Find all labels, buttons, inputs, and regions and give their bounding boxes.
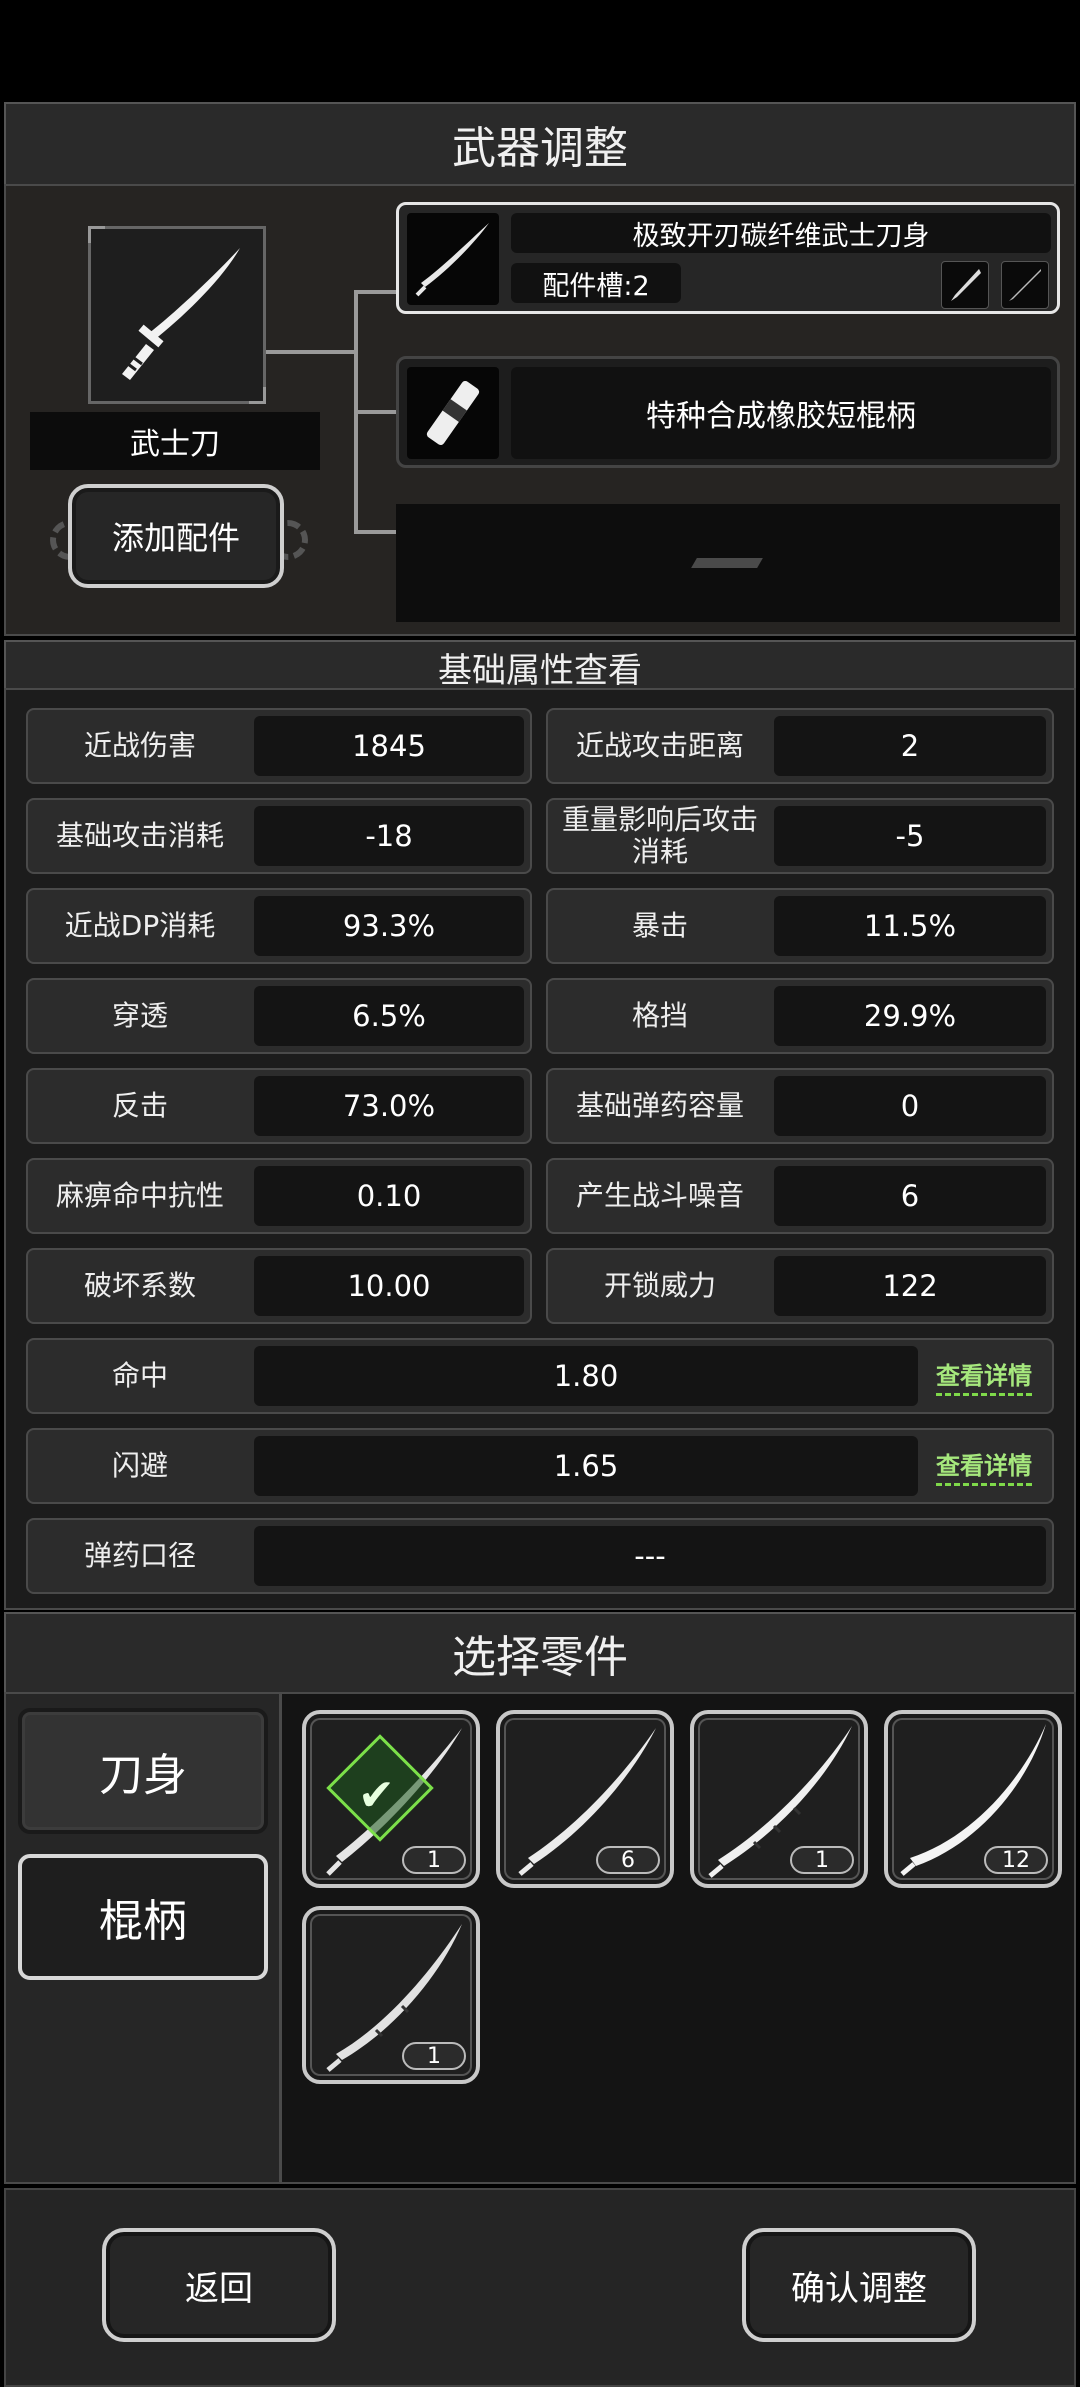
stat-cell: 麻痹命中抗性 0.10 — [26, 1158, 532, 1234]
part-item[interactable]: 12 — [884, 1710, 1062, 1888]
tab-blade[interactable]: 刀身 — [18, 1708, 268, 1834]
selection-title-bar: 选择零件 — [4, 1612, 1076, 1694]
empty-slot-dash — [691, 558, 763, 568]
part-slot-blade[interactable]: 极致开刃碳纤维武士刀身 配件槽:2 — [396, 202, 1060, 314]
stat-label: 格挡 — [631, 998, 688, 1032]
part-item[interactable]: ✔ 1 — [302, 1710, 480, 1888]
tree-connector — [354, 410, 398, 414]
attachment-slot-count: 配件槽:2 — [511, 263, 681, 303]
part-name: 极致开刃碳纤维武士刀身 — [511, 213, 1051, 253]
stat-cell: 暴击 11.5% — [546, 888, 1054, 964]
tree-connector — [266, 350, 356, 354]
stat-value: 6 — [774, 1166, 1046, 1226]
part-selection-panel: 刀身 棍柄 ✔ 1 6 1 12 1 — [4, 1692, 1076, 2184]
stat-value: -5 — [774, 806, 1046, 866]
page-title: 武器调整 — [452, 123, 628, 174]
stat-value: -18 — [254, 806, 524, 866]
item-quantity: 1 — [402, 1846, 466, 1874]
view-details-link[interactable]: 查看详情 — [936, 1446, 1032, 1486]
stat-cell-wide: 闪避 1.65 查看详情 — [26, 1428, 1054, 1504]
stat-label: 闪避 — [111, 1448, 168, 1482]
confirm-button[interactable]: 确认调整 — [742, 2228, 976, 2342]
part-slot-handle[interactable]: 特种合成橡胶短棍柄 — [396, 356, 1060, 468]
page-title-bar: 武器调整 — [4, 102, 1076, 186]
stat-value: 73.0% — [254, 1076, 524, 1136]
part-item[interactable]: 6 — [496, 1710, 674, 1888]
view-details-link[interactable]: 查看详情 — [936, 1356, 1032, 1396]
item-quantity: 1 — [402, 2042, 466, 2070]
stat-label: 产生战斗噪音 — [575, 1178, 744, 1212]
stat-cell: 开锁威力 122 — [546, 1248, 1054, 1324]
attachment-icon[interactable] — [1001, 261, 1049, 309]
stat-cell-wide: 命中 1.80 查看详情 — [26, 1338, 1054, 1414]
stat-cell: 反击 73.0% — [26, 1068, 532, 1144]
stat-value: 29.9% — [774, 986, 1046, 1046]
attachment-icon[interactable] — [941, 261, 989, 309]
stat-label: 命中 — [111, 1358, 168, 1392]
stat-label: 基础攻击消耗 — [55, 818, 224, 852]
stat-value: 122 — [774, 1256, 1046, 1316]
stat-cell: 穿透 6.5% — [26, 978, 532, 1054]
stat-cell: 重量影响后攻击消耗 -5 — [546, 798, 1054, 874]
empty-part-slot[interactable] — [396, 504, 1060, 622]
stat-label: 近战DP消耗 — [64, 908, 216, 942]
tree-connector — [354, 290, 398, 294]
item-quantity: 12 — [984, 1846, 1048, 1874]
stat-label: 穿透 — [111, 998, 168, 1032]
stat-label: 弹药口径 — [83, 1538, 196, 1572]
stat-value: 2 — [774, 716, 1046, 776]
stat-value: 0 — [774, 1076, 1046, 1136]
stat-cell: 基础攻击消耗 -18 — [26, 798, 532, 874]
weapon-icon-frame — [88, 226, 266, 404]
stat-label: 麻痹命中抗性 — [55, 1178, 224, 1212]
part-item[interactable]: 1 — [690, 1710, 868, 1888]
stat-label: 开锁威力 — [603, 1268, 716, 1302]
stat-value: 10.00 — [254, 1256, 524, 1316]
stat-cell-wide: 弹药口径 --- — [26, 1518, 1054, 1594]
tab-handle[interactable]: 棍柄 — [18, 1854, 268, 1980]
category-tabs: 刀身 棍柄 — [6, 1694, 282, 2182]
stat-cell: 近战攻击距离 2 — [546, 708, 1054, 784]
stat-value: 11.5% — [774, 896, 1046, 956]
stat-label: 近战伤害 — [83, 728, 196, 762]
add-attachment-button[interactable]: 添加配件 — [68, 484, 284, 588]
stat-label: 近战攻击距离 — [575, 728, 744, 762]
part-name: 特种合成橡胶短棍柄 — [511, 367, 1051, 459]
stat-cell: 近战DP消耗 93.3% — [26, 888, 532, 964]
stat-value: 1845 — [254, 716, 524, 776]
tree-connector — [354, 530, 398, 534]
weapon-name: 武士刀 — [30, 412, 320, 470]
stat-cell: 基础弹药容量 0 — [546, 1068, 1054, 1144]
selection-title: 选择零件 — [452, 1632, 628, 1683]
stat-cell: 近战伤害 1845 — [26, 708, 532, 784]
item-quantity: 6 — [596, 1846, 660, 1874]
blade-part-icon — [407, 213, 499, 305]
part-item[interactable]: 1 — [302, 1906, 480, 2084]
stat-value: 0.10 — [254, 1166, 524, 1226]
stat-value: 1.80 — [254, 1346, 918, 1406]
stat-label: 重量影响后攻击消耗 — [561, 802, 758, 868]
stat-value: 93.3% — [254, 896, 524, 956]
stat-cell: 破坏系数 10.00 — [26, 1248, 532, 1324]
stat-label: 破坏系数 — [83, 1268, 196, 1302]
checkmark-icon: ✔ — [358, 1770, 395, 1821]
handle-part-icon — [407, 367, 499, 459]
stat-cell: 产生战斗噪音 6 — [546, 1158, 1054, 1234]
back-button[interactable]: 返回 — [102, 2228, 336, 2342]
stats-title: 基础属性查看 — [438, 650, 642, 691]
stat-label: 反击 — [111, 1088, 168, 1122]
stat-label: 暴击 — [631, 908, 688, 942]
stat-value: 1.65 — [254, 1436, 918, 1496]
stat-label: 基础弹药容量 — [575, 1088, 744, 1122]
stat-value: 6.5% — [254, 986, 524, 1046]
stat-value: --- — [254, 1526, 1046, 1586]
katana-icon — [122, 248, 240, 380]
stats-title-bar: 基础属性查看 — [4, 640, 1076, 694]
stat-cell: 格挡 29.9% — [546, 978, 1054, 1054]
item-quantity: 1 — [790, 1846, 854, 1874]
